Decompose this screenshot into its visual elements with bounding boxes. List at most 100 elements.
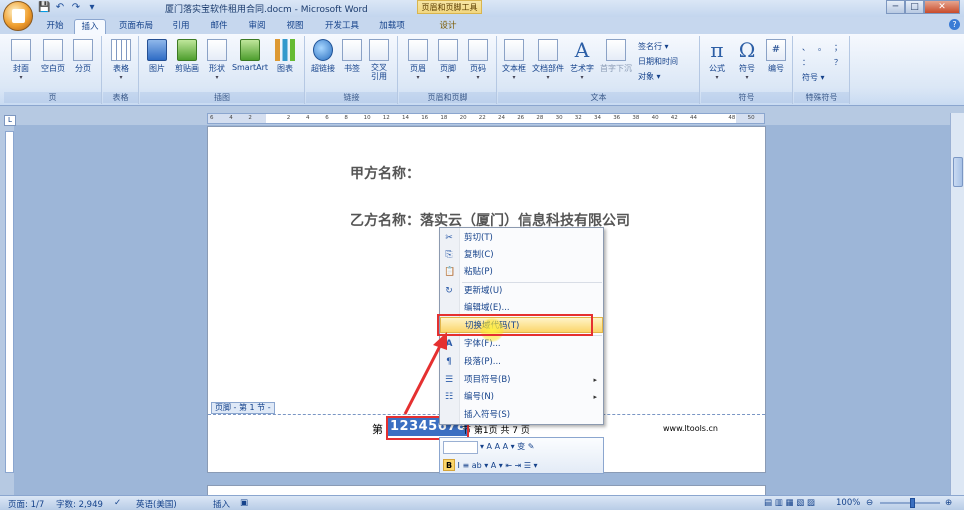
page-break-button[interactable]: 分页 [70,39,96,74]
horizontal-ruler[interactable]: 6 4 2 2 4 6 8 10 12 14 16 18 20 22 24 26 28 30 32 34 36 38 40 4… [207,113,765,124]
menu-item-paste[interactable]: 📋 粘贴(P) [440,264,603,280]
annotation-box-menu [437,314,593,336]
macro-record-icon[interactable]: ▣ [240,498,248,508]
status-zoom[interactable]: 100% [836,498,860,508]
drop-cap-button[interactable]: 首字下沉 [598,39,634,74]
maximize-button[interactable]: □ [905,0,924,14]
bookmark-button[interactable]: 书签 [340,39,364,74]
ruler-number: 18 [440,115,448,121]
minimize-button[interactable]: ─ [886,0,905,14]
view-buttons[interactable]: ▤ ▥ ▦ ▧ ▨ [764,498,815,508]
menu-item-insert-symbol[interactable]: 插入符号(S) [440,407,603,423]
office-button[interactable] [3,1,33,31]
menu-item-update-field[interactable]: ↻ 更新域(U) [440,283,603,299]
blank-page-icon [43,39,63,61]
menu-item-font[interactable]: A 字体(F)... [440,336,603,352]
status-insert-mode[interactable]: 插入 [213,498,230,510]
menu-item-bullets[interactable]: ☰ 项目符号(B) ▸ [440,372,603,388]
cover-page-button[interactable]: 封面 ▾ [8,39,34,81]
hyperlink-button[interactable]: 超链接 [308,39,338,74]
tab-selector-icon[interactable]: L [4,115,16,126]
font-size-dropdown[interactable] [443,441,478,454]
special-symbol-dropdown[interactable]: 符号 ▾ [802,72,825,83]
customize-qat-icon[interactable]: ▾ [86,2,98,14]
paste-icon: 📋 [444,267,456,277]
mini-toolbar: ▾ A A A ▾ 变 ✎ B I ≡ ab ▾ A ▾ ⇤ ⇥ ☰ ▾ [439,437,604,474]
tab-home[interactable]: 开始 [40,19,70,34]
special-colon[interactable]: ： [802,57,810,68]
shapes-button[interactable]: 形状 ▾ [204,39,230,81]
blank-page-button[interactable]: 空白页 [38,39,68,74]
special-comma[interactable]: 、 [802,42,810,53]
ruler-number: 4 [229,115,233,121]
special-question[interactable]: ？ [834,57,842,68]
menu-item-paragraph[interactable]: ¶ 段落(P)... [440,354,603,370]
status-page[interactable]: 页面: 1/7 [8,498,44,510]
table-button[interactable]: 表格 ▾ [107,39,135,81]
tab-review[interactable]: 审阅 [241,19,273,34]
special-period[interactable]: 。 [818,42,826,53]
equation-button[interactable]: π 公式 ▾ [703,39,731,81]
zoom-out-icon[interactable]: ⊖ [866,498,873,508]
smartart-button[interactable]: SmartArt [230,39,270,72]
footer-button[interactable]: 页脚 ▾ [435,39,461,81]
bold-button[interactable]: B [443,459,455,471]
picture-button[interactable]: 图片 [144,39,170,74]
menu-item-numbering[interactable]: ☷ 编号(N) ▸ [440,389,603,405]
signature-line-button[interactable]: 签名行 ▾ [638,41,669,52]
zoom-in-icon[interactable]: ⊕ [945,498,952,508]
numbering-button[interactable]: # 编号 [763,39,789,74]
numbering-icon: ☷ [444,392,454,402]
menu-item-copy[interactable]: ⎘ 复制(C) [440,247,603,263]
object-button[interactable]: 对象 ▾ [638,71,661,82]
title-bar: 💾 ↶ ↷ ▾ 厦门落实宝软件租用合同.docm - Microsoft Wor… [0,0,964,17]
ruler-number: 6 [325,115,329,121]
textbox-icon [504,39,524,61]
close-button[interactable]: ✕ [924,0,960,14]
omega-icon: Ω [738,38,756,62]
vertical-ruler[interactable] [5,131,14,473]
status-language[interactable]: 英语(美国) [136,498,177,510]
footer-url: www.ltools.cn [663,424,718,433]
redo-icon[interactable]: ↷ [70,2,82,14]
tab-page-layout[interactable]: 页面布局 [112,19,160,34]
tab-references[interactable]: 引用 [165,19,197,34]
tab-mailings[interactable]: 邮件 [203,19,235,34]
undo-icon[interactable]: ↶ [54,2,66,14]
group-text: 文本框 ▾ 文档部件 ▾ A 艺术字 ▾ 首字下沉 签名行 ▾ 日期和时间 对象 ▾ 文… [498,36,700,104]
proofing-icon[interactable]: ✓ [114,498,121,508]
group-label-tables: 表格 [103,92,138,103]
help-icon[interactable]: ? [949,19,960,30]
menu-item-cut[interactable]: ✂ 剪切(T) [440,230,603,246]
tab-addins[interactable]: 加载项 [372,19,412,34]
tab-developer[interactable]: 开发工具 [318,19,366,34]
ruler-number: 2 [286,115,291,121]
save-icon[interactable]: 💾 [38,2,50,14]
clipart-icon [177,39,197,61]
mini-toolbar-row1[interactable]: ▾ A A A ▾ 变 ✎ [480,441,534,452]
header-button[interactable]: 页眉 ▾ [405,39,431,81]
special-semicolon[interactable]: ； [834,42,842,53]
page-number-button[interactable]: 页码 ▾ [465,39,491,81]
group-label-links: 链接 [306,92,397,103]
group-special-symbols: 、 。 ； ： ？ 符号 ▾ 特殊符号 [794,36,850,104]
status-words[interactable]: 字数: 2,949 [56,498,103,510]
tab-insert[interactable]: 插入 [74,19,106,34]
wordart-button[interactable]: A 艺术字 ▾ [568,39,596,81]
vertical-scrollbar[interactable] [950,113,964,495]
header-icon [408,39,428,61]
status-bar: 页面: 1/7 字数: 2,949 ✓ 英语(美国) 插入 ▣ ▤ ▥ ▦ ▧ … [0,495,964,510]
chart-button[interactable]: 图表 [272,39,298,74]
clipart-button[interactable]: 剪贴画 [172,39,202,74]
ruler-number: 10 [363,115,371,121]
cross-reference-button[interactable]: 交叉 引用 [366,39,392,81]
mini-toolbar-row2[interactable]: B I ≡ ab ▾ A ▾ ⇤ ⇥ ☰ ▾ [443,459,538,471]
symbol-button[interactable]: Ω 符号 ▾ [733,39,761,81]
date-time-button[interactable]: 日期和时间 [638,56,678,67]
zoom-slider-thumb[interactable] [910,498,915,508]
tab-view[interactable]: 视图 [279,19,311,34]
textbox-button[interactable]: 文本框 ▾ [500,39,528,81]
quick-parts-button[interactable]: 文档部件 ▾ [530,39,566,81]
tab-design[interactable]: 设计 [432,19,464,34]
scroll-thumb[interactable] [953,157,963,187]
